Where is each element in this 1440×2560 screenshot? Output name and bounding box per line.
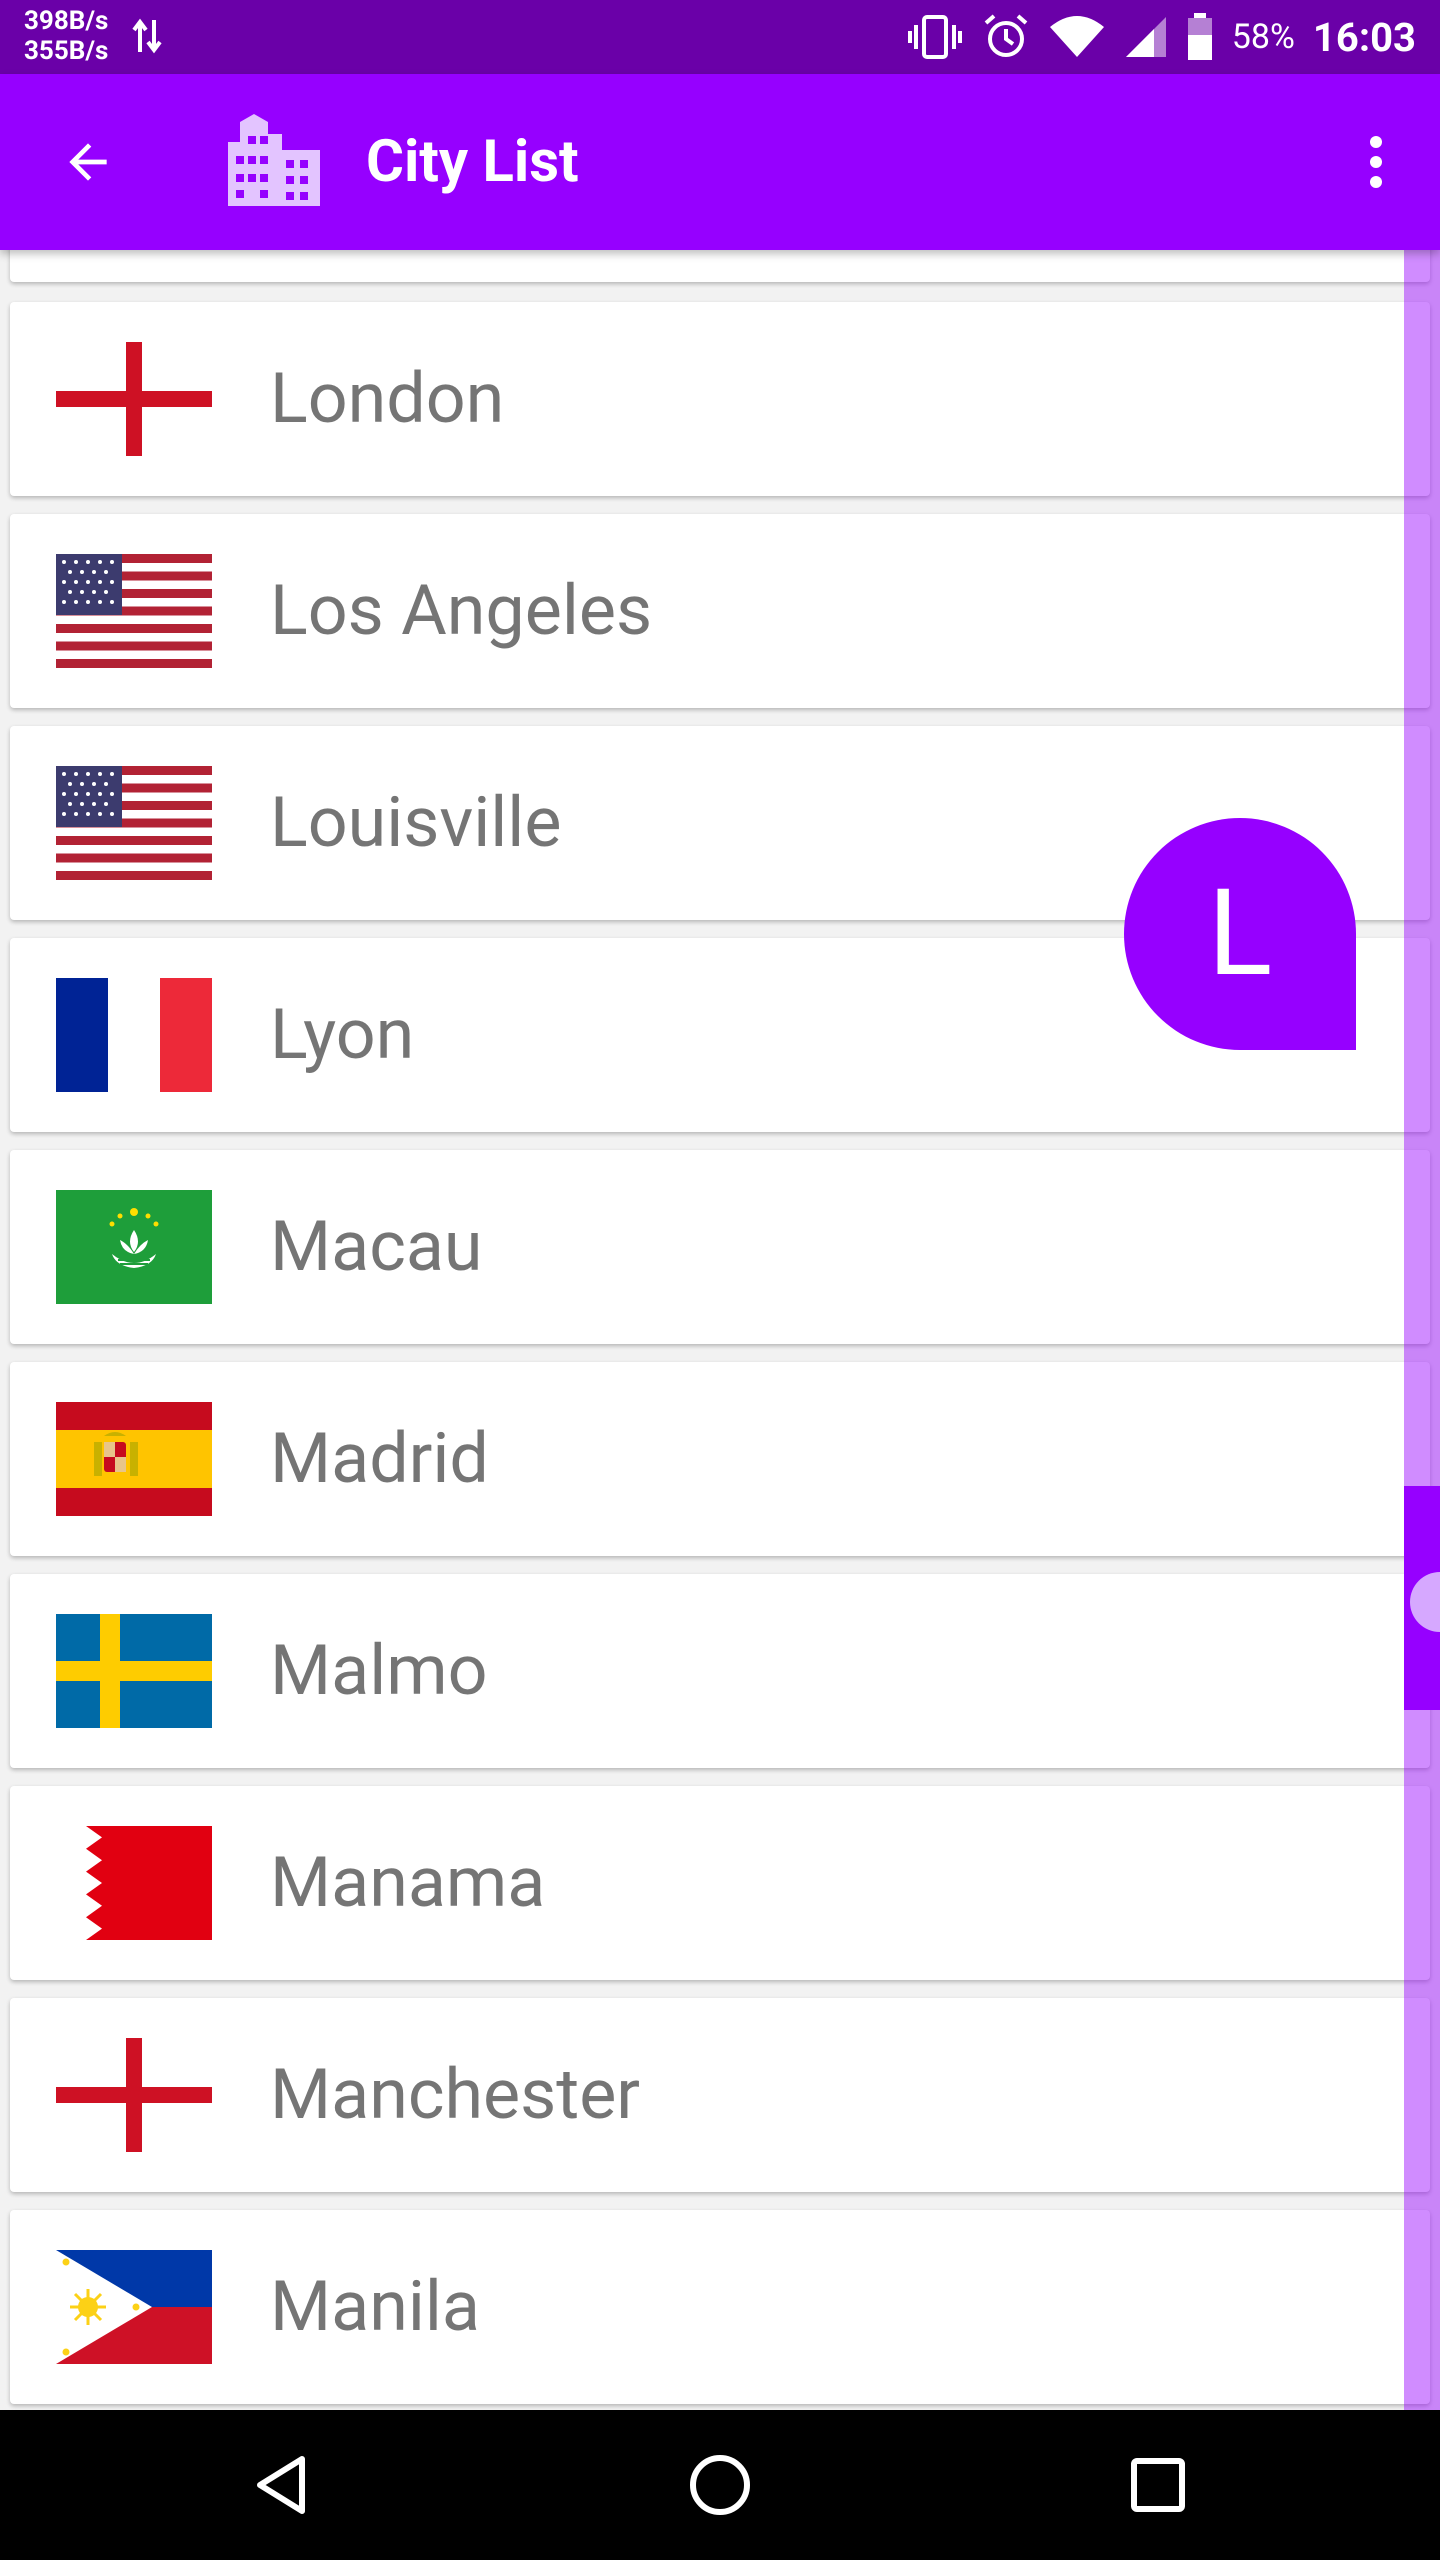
city-buildings-icon [228, 114, 320, 206]
network-speed: 398B/s 355B/s [24, 6, 108, 66]
city-list-item[interactable]: Manila [10, 2210, 1430, 2404]
city-list-item[interactable]: Malmo [10, 1574, 1430, 1768]
city-name: Los Angeles [270, 570, 653, 652]
nav-recents-button[interactable] [1108, 2435, 1208, 2535]
usa-flag-icon [56, 766, 212, 880]
navigation-bar [0, 2410, 1440, 2560]
city-name: Malmo [270, 1630, 488, 1712]
city-list-item[interactable]: London [10, 302, 1430, 496]
sweden-flag-icon [56, 1614, 212, 1728]
england-flag-icon [56, 342, 212, 456]
square-recents-icon [1131, 2458, 1185, 2512]
city-list-item[interactable]: Manchester [10, 1998, 1430, 2192]
city-list-item[interactable]: Macau [10, 1150, 1430, 1344]
battery-icon [1187, 13, 1212, 60]
circle-home-icon [690, 2455, 750, 2515]
bahrain-flag-icon [56, 1826, 212, 1940]
fast-scroll-handle[interactable] [1410, 1572, 1440, 1632]
app-bar: City List [0, 74, 1440, 250]
city-name: London [270, 358, 505, 440]
city-list-item[interactable]: Manama [10, 1786, 1430, 1980]
overflow-menu-button[interactable] [1338, 124, 1414, 200]
city-name: Manila [270, 2266, 480, 2348]
net-down-speed: 355B/s [24, 36, 109, 66]
battery-percent: 58% [1231, 17, 1295, 57]
index-letter-bubble: L [1124, 818, 1356, 1050]
city-list-item[interactable]: Madrid [10, 1362, 1430, 1556]
usa-flag-icon [56, 554, 212, 668]
fast-scroll-track[interactable] [1404, 250, 1440, 2410]
net-up-speed: 398B/s [24, 6, 109, 36]
more-vert-icon [1370, 136, 1382, 188]
fast-scroll-thumb[interactable] [1404, 1486, 1440, 1710]
alarm-icon [984, 14, 1028, 57]
page-title: City List [366, 128, 579, 196]
city-name: Louisville [270, 782, 562, 864]
city-name: Madrid [270, 1418, 489, 1500]
arrow-back-icon [69, 143, 107, 181]
back-button[interactable] [50, 124, 126, 200]
philippines-flag-icon [56, 2250, 212, 2364]
nav-home-button[interactable] [670, 2435, 770, 2535]
city-name: Lyon [270, 994, 415, 1076]
spain-flag-icon [56, 1402, 212, 1516]
status-bar: 398B/s 355B/s 58% 16:03 [0, 0, 1440, 74]
city-list[interactable]: London Los Angeles Louisville Lyon Macau… [0, 250, 1440, 2410]
city-list-item[interactable]: Los Angeles [10, 514, 1430, 708]
vibrate-icon [907, 15, 962, 59]
city-name: Manchester [270, 2054, 641, 2136]
macau-flag-icon [56, 1190, 212, 1304]
wifi-icon [1049, 16, 1104, 57]
city-name: Macau [270, 1206, 483, 1288]
france-flag-icon [56, 978, 212, 1092]
cell-signal-icon [1125, 17, 1166, 57]
nav-back-button[interactable] [232, 2435, 332, 2535]
city-name: Manama [270, 1842, 546, 1924]
data-transfer-icon [132, 18, 162, 54]
england-flag-icon [56, 2038, 212, 2152]
list-item-partial[interactable] [10, 250, 1430, 282]
clock: 16:03 [1312, 13, 1416, 61]
triangle-back-icon [257, 2456, 305, 2514]
